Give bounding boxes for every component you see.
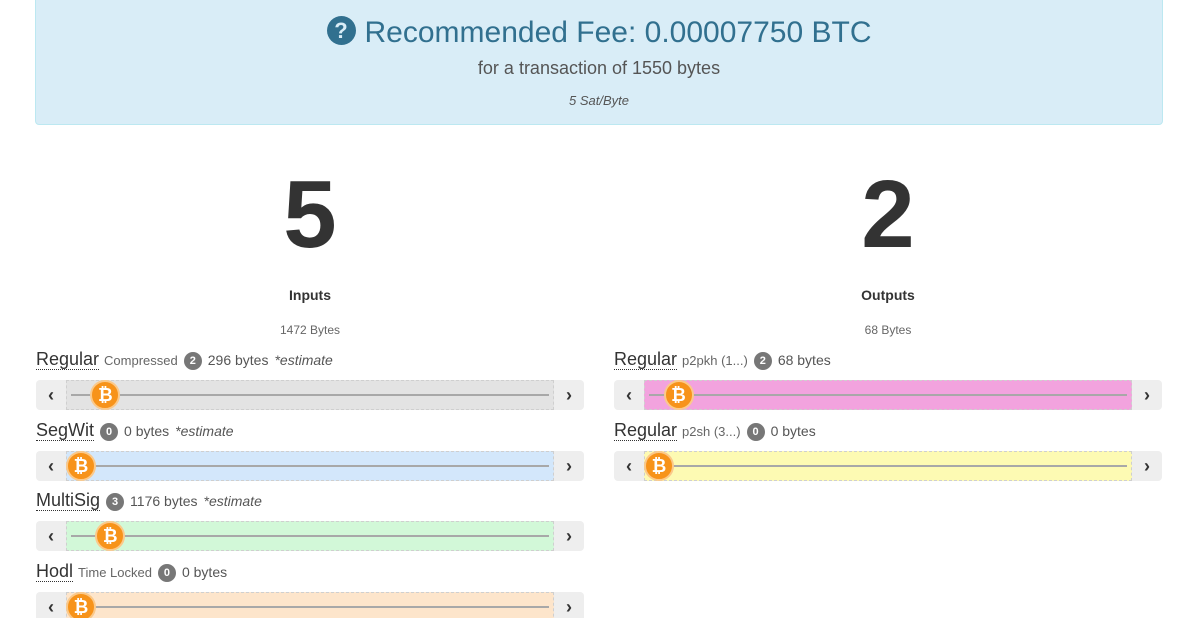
output-type-sub: p2sh (3...)	[682, 424, 741, 439]
byte-size: 68 bytes	[777, 352, 831, 368]
output-p2sh-label: Regular p2sh (3...) 0 0 bytes	[614, 420, 816, 442]
output-type-sub: p2pkh (1...)	[682, 353, 748, 368]
output-p2pkh-slider[interactable]: ‹ ₿ ›	[614, 380, 1162, 410]
input-type-name[interactable]: Regular	[36, 349, 100, 370]
output-type-name[interactable]: Regular	[614, 349, 678, 370]
chevron-right-icon[interactable]: ›	[1132, 380, 1162, 410]
output-type-name[interactable]: Regular	[614, 420, 678, 441]
slider-rail	[71, 535, 549, 537]
slider-rail	[649, 465, 1127, 467]
chevron-right-icon[interactable]: ›	[554, 592, 584, 618]
estimate-note: *estimate	[175, 423, 234, 439]
byte-size: 1176 bytes	[130, 493, 198, 509]
outputs-bytes: 68 Bytes	[864, 323, 912, 337]
input-type-sub: Compressed	[104, 353, 178, 368]
inputs-count: 5	[283, 161, 337, 268]
input-multisig-label: MultiSig 3 1176 bytes *estimate	[36, 490, 262, 512]
input-type-name[interactable]: SegWit	[36, 420, 95, 441]
count-badge: 0	[157, 564, 176, 582]
chevron-right-icon[interactable]: ›	[554, 451, 584, 481]
byte-size: 0 bytes	[181, 564, 228, 580]
chevron-right-icon[interactable]: ›	[554, 521, 584, 551]
byte-size: 0 bytes	[124, 423, 170, 439]
slider-track[interactable]	[66, 451, 554, 481]
recommended-fee: Recommended Fee: 0.00007750 BTC	[364, 16, 872, 49]
input-hodl-label: Hodl Time Locked 0 0 bytes	[36, 561, 227, 583]
count-badge: 3	[106, 493, 125, 511]
help-icon[interactable]: ?	[326, 15, 356, 45]
input-segwit-label: SegWit 0 0 bytes *estimate	[36, 420, 234, 442]
input-type-name[interactable]: MultiSig	[36, 490, 101, 511]
chevron-left-icon[interactable]: ‹	[614, 451, 644, 481]
chevron-left-icon[interactable]: ‹	[36, 592, 66, 618]
chevron-right-icon[interactable]: ›	[1132, 451, 1162, 481]
bitcoin-handle-icon[interactable]: ₿	[66, 451, 96, 481]
estimate-note: *estimate	[274, 352, 333, 368]
byte-size: 0 bytes	[770, 423, 816, 439]
chevron-right-icon[interactable]: ›	[554, 380, 584, 410]
slider-track[interactable]	[644, 451, 1132, 481]
input-type-sub: Time Locked	[78, 565, 152, 580]
input-segwit-slider[interactable]: ‹ ₿ ›	[36, 451, 584, 481]
slider-track[interactable]	[66, 592, 554, 618]
bitcoin-handle-icon[interactable]: ₿	[644, 451, 674, 481]
count-badge: 2	[183, 352, 202, 370]
byte-size: 296 bytes	[207, 352, 269, 368]
slider-rail	[649, 394, 1127, 396]
bitcoin-handle-icon[interactable]: ₿	[66, 592, 96, 618]
outputs-count: 2	[861, 161, 915, 268]
output-p2pkh-label: Regular p2pkh (1...) 2 68 bytes	[614, 349, 831, 371]
fee-alert: ? Recommended Fee: 0.00007750 BTC for a …	[35, 0, 1163, 125]
chevron-left-icon[interactable]: ‹	[614, 380, 644, 410]
chevron-left-icon[interactable]: ‹	[36, 451, 66, 481]
estimate-note: *estimate	[203, 493, 262, 509]
input-type-name[interactable]: Hodl	[36, 561, 74, 582]
count-badge: 0	[100, 423, 119, 441]
input-regular-slider[interactable]: ‹ ₿ ›	[36, 380, 584, 410]
bitcoin-handle-icon[interactable]: ₿	[663, 380, 694, 410]
input-multisig-slider[interactable]: ‹ ₿ ›	[36, 521, 584, 551]
chevron-left-icon[interactable]: ‹	[36, 521, 66, 551]
output-p2sh-slider[interactable]: ‹ ₿ ›	[614, 451, 1162, 481]
slider-track[interactable]	[66, 521, 554, 551]
slider-track[interactable]	[644, 380, 1132, 410]
count-badge: 0	[746, 423, 765, 441]
input-hodl-slider[interactable]: ‹ ₿ ›	[36, 592, 584, 618]
count-badge: 2	[753, 352, 772, 370]
slider-rail	[71, 606, 549, 608]
outputs-label: Outputs	[861, 287, 915, 303]
slider-track[interactable]	[66, 380, 554, 410]
input-regular-label: Regular Compressed 2 296 bytes *estimate	[36, 349, 333, 371]
slider-rail	[71, 465, 549, 467]
transaction-size: for a transaction of 1550 bytes	[477, 58, 721, 78]
inputs-label: Inputs	[289, 287, 331, 303]
chevron-left-icon[interactable]: ‹	[36, 380, 66, 410]
slider-rail	[71, 394, 549, 396]
inputs-bytes: 1472 Bytes	[279, 323, 341, 337]
fee-rate: 5 Sat/Byte	[569, 93, 629, 108]
fee-title-line: ? Recommended Fee: 0.00007750 BTC	[36, 11, 1162, 55]
